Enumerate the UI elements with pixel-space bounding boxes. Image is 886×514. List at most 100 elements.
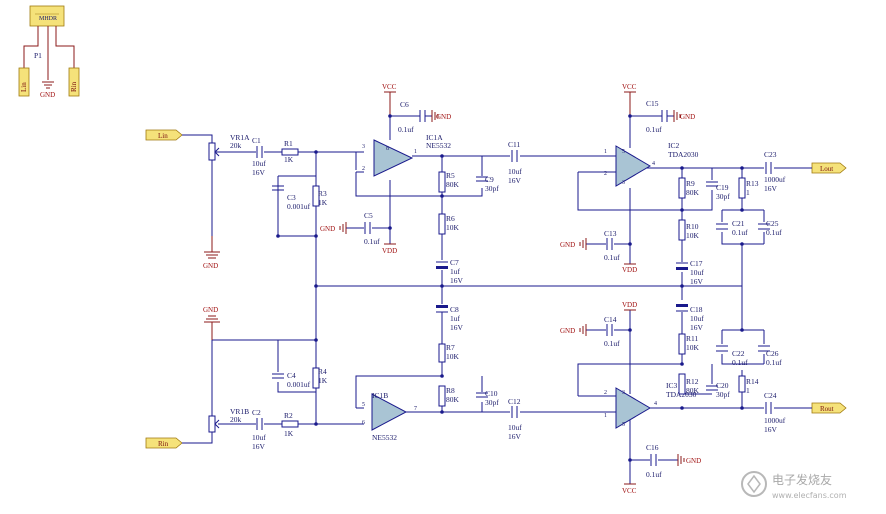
- svg-text:10uf: 10uf: [508, 423, 522, 432]
- potentiometer-vr1b[interactable]: VR1B 20k: [208, 407, 249, 433]
- svg-text:10uf: 10uf: [252, 433, 266, 442]
- capacitor-c12[interactable]: C12 10uf 16V: [508, 397, 522, 441]
- capacitor-c1[interactable]: C1 10uf 16V: [252, 136, 266, 177]
- capacitor-c11[interactable]: C11 10uf 16V: [508, 140, 522, 185]
- capacitor-c9[interactable]: C9 30pf: [476, 175, 499, 193]
- svg-text:C24: C24: [764, 391, 777, 400]
- capacitor-c20[interactable]: C20 30pf: [706, 381, 730, 399]
- capacitor-c21[interactable]: C21 0.1uf: [716, 219, 748, 237]
- capacitor-c25[interactable]: C25 0.1uf: [758, 219, 782, 237]
- svg-text:20k: 20k: [230, 141, 242, 150]
- connector-p1[interactable]: MHDR P1 Lin Rin GND: [18, 5, 80, 99]
- svg-text:Lout: Lout: [820, 165, 833, 173]
- svg-text:C22: C22: [732, 349, 745, 358]
- ground-icon: GND: [673, 110, 695, 122]
- port-rout[interactable]: Rout: [811, 402, 847, 414]
- resistor-r3[interactable]: R3 1K: [312, 185, 328, 207]
- capacitor-c18[interactable]: C18 10uf 16V: [676, 304, 704, 332]
- capacitor-c7[interactable]: C7 1uf 16V: [436, 258, 464, 285]
- potentiometer-vr1a[interactable]: VR1A 20k: [208, 133, 250, 161]
- svg-text:C12: C12: [508, 397, 521, 406]
- resistor-r13[interactable]: R13 1: [738, 177, 759, 199]
- svg-text:10K: 10K: [686, 343, 700, 352]
- svg-text:IC3: IC3: [666, 381, 678, 390]
- capacitor-c24[interactable]: C24 1000uf 16V: [764, 391, 786, 434]
- resistor-r10[interactable]: R10 10K: [678, 219, 700, 241]
- svg-text:GND: GND: [436, 113, 451, 121]
- svg-text:1K: 1K: [284, 429, 294, 438]
- port-lout[interactable]: Lout: [811, 162, 847, 174]
- capacitor-c2[interactable]: C2 10uf 16V: [252, 408, 266, 451]
- svg-text:IC2: IC2: [668, 141, 680, 150]
- capacitor-c10[interactable]: C10 30pf: [476, 389, 499, 407]
- svg-text:R9: R9: [686, 179, 695, 188]
- svg-text:0.1uf: 0.1uf: [766, 228, 782, 237]
- svg-text:C21: C21: [732, 219, 745, 228]
- resistor-r2[interactable]: R2 1K: [281, 411, 299, 438]
- resistor-r7[interactable]: R7 10K: [438, 343, 460, 363]
- resistor-r9[interactable]: R9 80K: [678, 177, 700, 199]
- capacitor-c22[interactable]: C22 0.1uf: [716, 345, 748, 367]
- svg-text:NE5532: NE5532: [372, 433, 397, 442]
- svg-text:IC1B: IC1B: [372, 391, 388, 400]
- schematic: MHDR P1 Lin Rin GND Lin Rin Lout Rout IC…: [18, 5, 847, 500]
- svg-text:C23: C23: [764, 150, 777, 159]
- svg-text:R13: R13: [746, 179, 759, 188]
- svg-text:R3: R3: [318, 189, 327, 198]
- capacitor-c14[interactable]: C14 0.1uf: [604, 315, 620, 348]
- connector-pin-gnd: GND: [40, 91, 55, 99]
- capacitor-c19[interactable]: C19 30pf: [706, 181, 730, 201]
- capacitor-c8[interactable]: C8 1uf 16V: [436, 305, 464, 332]
- svg-text:30pf: 30pf: [485, 398, 499, 407]
- svg-text:1: 1: [414, 149, 417, 155]
- ground-icon: GND: [431, 110, 451, 122]
- ground-icon: GND: [203, 306, 220, 340]
- svg-text:1: 1: [746, 188, 750, 197]
- svg-text:C4: C4: [287, 371, 296, 380]
- svg-text:GND: GND: [680, 113, 695, 121]
- svg-text:0.1uf: 0.1uf: [766, 358, 782, 367]
- svg-text:16V: 16V: [690, 323, 704, 332]
- capacitor-c13[interactable]: C13 0.1uf: [604, 229, 620, 262]
- vdd-symbol-ic2: VDD: [622, 263, 637, 274]
- resistor-r5[interactable]: R5 80K: [438, 171, 460, 193]
- resistor-r1[interactable]: R1 1K: [281, 139, 299, 164]
- svg-text:16V: 16V: [450, 323, 464, 332]
- svg-text:R7: R7: [446, 343, 455, 352]
- svg-text:1: 1: [604, 149, 607, 155]
- opamp-ic1a[interactable]: IC1A NE5532: [373, 133, 451, 177]
- svg-text:C5: C5: [364, 211, 373, 220]
- svg-text:Rin: Rin: [158, 440, 169, 448]
- watermark-logo: 电子发烧友 www.elecfans.com: [741, 471, 847, 500]
- svg-text:TDA2030: TDA2030: [668, 150, 699, 159]
- svg-text:VDD: VDD: [622, 301, 637, 309]
- resistor-r4[interactable]: R4 1K: [312, 367, 328, 389]
- svg-text:0.1uf: 0.1uf: [646, 125, 662, 134]
- ground-icon: [42, 81, 54, 89]
- svg-text:3: 3: [622, 180, 625, 186]
- port-lin[interactable]: Lin: [145, 129, 183, 141]
- resistor-r11[interactable]: R11 10K: [678, 333, 700, 355]
- svg-text:2: 2: [362, 166, 365, 172]
- capacitor-c3[interactable]: C3 0.001uf: [272, 176, 311, 236]
- svg-text:16V: 16V: [252, 168, 266, 177]
- resistor-r14[interactable]: R14 1: [738, 375, 759, 395]
- resistor-r12[interactable]: R12 80K: [678, 373, 700, 395]
- resistor-r6[interactable]: R6 10K: [438, 213, 460, 235]
- svg-text:C10: C10: [485, 389, 498, 398]
- svg-text:7: 7: [414, 406, 417, 412]
- svg-text:1K: 1K: [318, 376, 328, 385]
- capacitor-c17[interactable]: C17 10uf 16V: [676, 259, 704, 286]
- svg-text:VDD: VDD: [382, 247, 397, 255]
- connector-code: MHDR: [39, 16, 57, 22]
- capacitor-c6[interactable]: C6 0.1uf: [398, 100, 432, 134]
- svg-text:16V: 16V: [764, 425, 778, 434]
- svg-text:10K: 10K: [446, 223, 460, 232]
- opamp-ic1b[interactable]: IC1B NE5532: [371, 391, 408, 442]
- svg-text:C18: C18: [690, 305, 703, 314]
- port-rin[interactable]: Rin: [145, 437, 183, 449]
- svg-text:1uf: 1uf: [450, 267, 461, 276]
- capacitor-c16[interactable]: C16 0.1uf: [646, 443, 662, 479]
- resistor-r8[interactable]: R8 80K: [438, 385, 460, 407]
- capacitor-c23[interactable]: C23 1000uf 16V: [764, 150, 786, 193]
